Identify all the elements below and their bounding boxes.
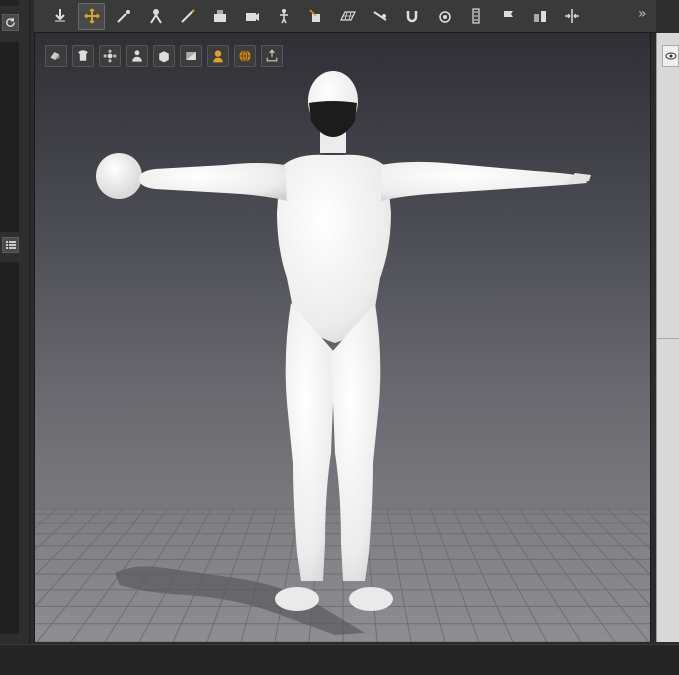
transform-tool-icon[interactable] [366,3,393,30]
human-figure[interactable] [35,33,651,642]
right-panel-header [656,0,679,33]
surface-tool-icon[interactable] [206,3,233,30]
smoothing-icon[interactable] [462,3,489,30]
face-mask [309,101,357,137]
pose-tool-icon[interactable] [110,3,137,30]
left-side-panel [0,0,30,675]
figure-setup-icon[interactable] [270,3,297,30]
left-panel-header [0,0,19,6]
3d-viewport[interactable] [34,33,651,642]
bars-tool-icon[interactable] [526,3,553,30]
list-view-icon[interactable] [2,237,19,253]
region-navigator-icon[interactable] [302,3,329,30]
sphere-prop [96,153,142,199]
left-panel-content-bottom[interactable] [0,262,19,634]
joint-editor-icon[interactable] [142,3,169,30]
geometry-editor-icon[interactable] [334,3,361,30]
refresh-icon[interactable] [2,14,19,31]
right-side-panel[interactable] [656,33,679,642]
node-weight-brush-icon[interactable] [174,3,201,30]
flag-tool-icon[interactable] [494,3,521,30]
magnet-tool-icon[interactable] [398,3,425,30]
rotate-camera-icon[interactable] [238,3,265,30]
left-panel-content-top[interactable] [0,42,19,232]
main-toolbar [34,0,656,33]
right-panel-divider [657,338,679,339]
drop-tool-icon[interactable] [46,3,73,30]
spot-render-icon[interactable] [430,3,457,30]
universal-move-tool-icon[interactable] [78,2,105,30]
align-tool-icon[interactable] [558,3,585,30]
app-window: » [0,0,679,675]
eye-visibility-icon[interactable] [662,45,679,67]
status-bar [0,644,679,675]
